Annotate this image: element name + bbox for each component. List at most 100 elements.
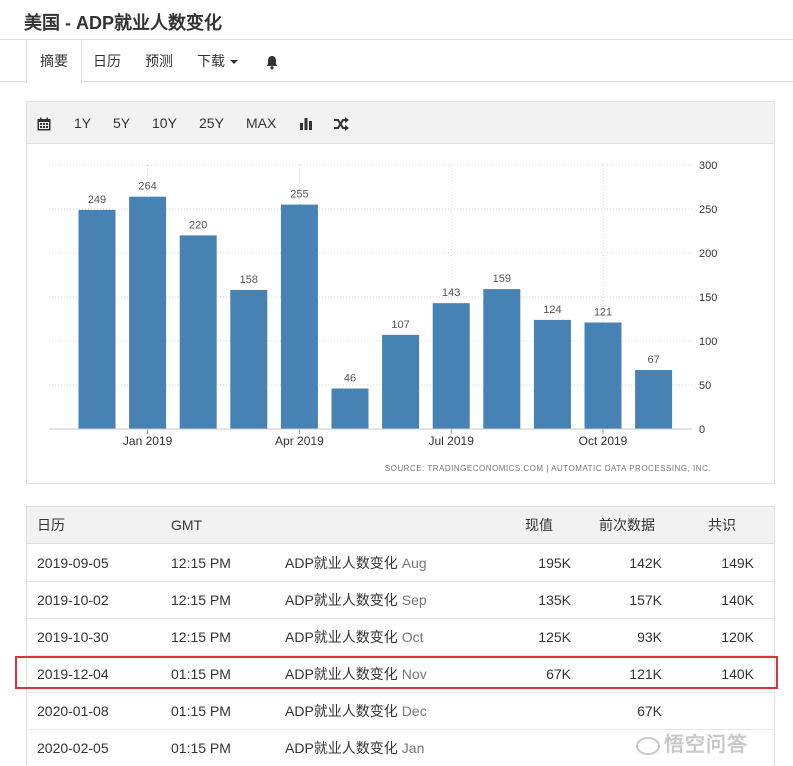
cell-event[interactable]: ADP就业人数变化 Jan <box>285 730 424 766</box>
bar <box>331 388 369 429</box>
bar <box>533 319 571 429</box>
cell-event[interactable]: ADP就业人数变化 Aug <box>285 545 427 582</box>
shuffle-icon <box>334 117 349 132</box>
bar-value-label: 46 <box>344 373 356 385</box>
bar <box>483 289 521 429</box>
cell-previous: 67K <box>637 703 662 719</box>
cell-time: 01:15 PM <box>171 740 231 756</box>
cell-time: 12:15 PM <box>171 555 231 571</box>
bar-value-label: 121 <box>594 307 612 319</box>
cell-previous: 121K <box>629 666 662 682</box>
bar-value-label: 264 <box>138 181 156 193</box>
table-row: 2019-10-02 12:15 PM 135K 157K 140K ADP就业人数变化 S… <box>27 582 774 619</box>
x-tick-label: Jul 2019 <box>429 434 475 448</box>
bar-value-label: 249 <box>88 194 106 206</box>
table-row: 2019-09-05 12:15 PM 195K 142K 149K ADP就业人数变化 A… <box>27 545 774 582</box>
event-period: Jan <box>401 740 425 756</box>
bar-chart: 0 50 100 150 200 250 300 Jan 2019 Apr 2019 Jul 20… <box>49 160 717 473</box>
cell-date: 2020-02-05 <box>37 740 109 756</box>
title-bar: 美国 - ADP就业人数变化 <box>0 0 793 40</box>
bar-chart-icon <box>300 118 312 131</box>
bar <box>635 370 673 429</box>
bar-value-label: 107 <box>391 319 409 331</box>
cell-date: 2019-10-02 <box>37 592 109 608</box>
event-name: ADP就业人数变化 <box>285 629 398 645</box>
header-consensus: 共识 <box>708 517 736 533</box>
bar-value-label: 67 <box>647 354 659 366</box>
cell-consensus: 140K <box>721 666 754 682</box>
table-row: 2019-12-04 01:15 PM 67K 121K 140K ADP就业人数变化 No… <box>27 656 774 693</box>
watermark: 悟空问答 <box>636 728 748 758</box>
calendar-button[interactable] <box>37 102 51 144</box>
cell-time: 12:15 PM <box>171 629 231 645</box>
header-actual: 现值 <box>525 517 553 533</box>
y-tick-label: 100 <box>699 336 717 348</box>
cell-time: 01:15 PM <box>171 703 231 719</box>
chart-type-button[interactable] <box>299 102 313 144</box>
range-1y-button[interactable]: 1Y <box>74 102 91 144</box>
cell-date: 2019-12-04 <box>37 666 109 682</box>
event-name: ADP就业人数变化 <box>285 592 398 608</box>
tab-download-label: 下载 <box>197 53 225 69</box>
chart-source: SOURCE: TRADINGECONOMICS.COM | AUTOMATIC… <box>385 464 711 473</box>
event-name: ADP就业人数变化 <box>285 703 398 719</box>
y-tick-label: 0 <box>699 424 705 436</box>
cell-actual: 125K <box>538 629 571 645</box>
cell-consensus: 120K <box>721 629 754 645</box>
event-period: Sep <box>401 592 427 608</box>
bar-value-label: 143 <box>442 287 460 299</box>
cell-date: 2019-09-05 <box>37 555 109 571</box>
calendar-table: 日历 GMT 现值 前次数据 共识 2019-09-05 12:15 PM 195K… <box>26 506 775 766</box>
cell-date: 2019-10-30 <box>37 629 109 645</box>
event-period: Oct <box>401 629 424 645</box>
cell-date: 2020-01-08 <box>37 703 109 719</box>
range-10y-button[interactable]: 10Y <box>152 102 177 144</box>
y-tick-label: 200 <box>699 248 717 260</box>
event-period: Dec <box>401 703 427 719</box>
event-period: Nov <box>401 666 427 682</box>
chart-toolbar: 1Y 5Y 10Y 25Y MAX <box>27 102 774 144</box>
cell-previous: 157K <box>629 592 662 608</box>
range-max-button[interactable]: MAX <box>246 102 276 144</box>
bar <box>78 209 116 429</box>
cell-actual: 67K <box>546 666 571 682</box>
y-tick-label: 250 <box>699 204 717 216</box>
event-name: ADP就业人数变化 <box>285 740 398 756</box>
table-header: 日历 GMT 现值 前次数据 共识 <box>27 507 774 544</box>
cell-event[interactable]: ADP就业人数变化 Dec <box>285 693 427 730</box>
cell-consensus <box>679 693 754 730</box>
event-period: Aug <box>401 555 427 571</box>
x-tick-label: Jan 2019 <box>123 434 173 448</box>
cell-time: 12:15 PM <box>171 592 231 608</box>
chat-bubble-icon <box>636 736 660 755</box>
table-row: 2019-10-30 12:15 PM 125K 93K 120K ADP就业人数变化 Oc… <box>27 619 774 656</box>
tab-download[interactable]: 下载 <box>184 40 251 82</box>
bar-value-label: 220 <box>189 219 207 231</box>
bell-icon <box>266 55 278 70</box>
cell-actual <box>497 730 571 766</box>
bar <box>230 289 268 429</box>
bar <box>382 334 420 429</box>
cell-consensus: 140K <box>721 592 754 608</box>
compare-button[interactable] <box>333 102 349 144</box>
header-time: GMT <box>171 517 203 533</box>
header-previous: 前次数据 <box>599 517 655 533</box>
tab-calendar[interactable]: 日历 <box>80 40 134 82</box>
bell-button[interactable] <box>252 40 292 82</box>
cell-event[interactable]: ADP就业人数变化 Sep <box>285 582 427 619</box>
bar-value-label: 158 <box>240 274 258 286</box>
header-date: 日历 <box>37 517 65 533</box>
bar-value-label: 159 <box>493 273 511 285</box>
page-title: 美国 - ADP就业人数变化 <box>24 13 222 33</box>
chevron-down-icon <box>230 60 238 65</box>
cell-event[interactable]: ADP就业人数变化 Oct <box>285 619 424 656</box>
range-25y-button[interactable]: 25Y <box>199 102 224 144</box>
range-5y-button[interactable]: 5Y <box>113 102 130 144</box>
tab-summary[interactable]: 摘要 <box>26 40 82 83</box>
tab-forecast[interactable]: 预测 <box>132 40 186 82</box>
cell-event[interactable]: ADP就业人数变化 Nov <box>285 656 427 693</box>
x-tick-label: Apr 2019 <box>275 434 324 448</box>
cell-actual: 195K <box>538 555 571 571</box>
chart-panel: 1Y 5Y 10Y 25Y MAX 0 50 100 150 200 250 300 Jan … <box>26 101 775 484</box>
event-name: ADP就业人数变化 <box>285 555 398 571</box>
